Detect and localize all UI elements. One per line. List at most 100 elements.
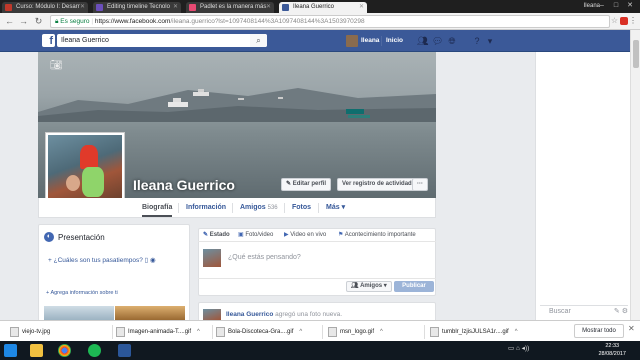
tab-life-event[interactable]: ⚑ Acontecimiento importante: [338, 228, 416, 242]
publish-button[interactable]: Publicar: [394, 281, 434, 292]
show-all-downloads-button[interactable]: Mostrar todo: [574, 324, 624, 338]
bookmark-star-icon[interactable]: ☆: [611, 16, 618, 25]
browser-tab[interactable]: Padlet es la manera más ✕: [186, 2, 274, 13]
post-author-link[interactable]: Ileana Guerrico: [226, 311, 273, 318]
close-tab-icon[interactable]: ✕: [266, 2, 271, 13]
file-icon: [216, 327, 225, 337]
avatar[interactable]: [203, 309, 221, 320]
help-icon[interactable]: ?: [472, 36, 482, 46]
extension-icon[interactable]: [620, 17, 628, 25]
facebook-top-bar: f ⌕ Ileana Inicio 👥︎ 💬︎ 🌐︎ ? ▾: [0, 30, 630, 52]
more-options-button[interactable]: ···: [412, 178, 428, 191]
reload-icon[interactable]: ↻: [33, 16, 44, 27]
file-icon: [430, 327, 439, 337]
chat-options-icon[interactable]: ✎ ⚙: [614, 307, 628, 315]
browser-menu-icon[interactable]: ⋮: [629, 16, 637, 26]
windows-start-icon[interactable]: [4, 344, 17, 357]
featured-photo[interactable]: [44, 306, 114, 320]
hobby-icons: ▯ ◉: [142, 257, 156, 264]
chevron-up-icon[interactable]: ^: [299, 329, 302, 335]
close-downloads-icon[interactable]: ✕: [628, 324, 635, 333]
word-icon[interactable]: [118, 344, 131, 357]
divider: [381, 36, 382, 46]
forward-icon[interactable]: →: [18, 16, 29, 27]
taskbar: ▭ ⌂ ◂)) 22:33 28/08/2017: [0, 341, 640, 360]
chevron-up-icon[interactable]: ^: [515, 329, 518, 335]
clock[interactable]: 22:33 28/08/2017: [598, 342, 626, 358]
search-icon[interactable]: ⌕: [250, 34, 267, 47]
close-tab-icon[interactable]: ✕: [173, 2, 178, 13]
avatar[interactable]: [346, 35, 358, 47]
browser-tab[interactable]: Curso: Módulo I: Desarr ✕: [2, 2, 88, 13]
right-rail: [535, 52, 630, 320]
edit-profile-button[interactable]: ✎ Editar perfil: [281, 178, 332, 191]
activity-log-button[interactable]: Ver registro de actividad: [337, 178, 417, 191]
profile-nav: Biografía Información Amigos 536 Fotos M…: [38, 198, 436, 218]
maximize-icon[interactable]: □: [610, 0, 622, 12]
pencil-icon: ✎: [286, 181, 293, 187]
close-window-icon[interactable]: ✕: [624, 0, 636, 12]
facebook-icon: [282, 4, 289, 11]
scrollbar-thumb[interactable]: [633, 40, 639, 68]
chrome-icon[interactable]: [58, 344, 71, 357]
composer-input[interactable]: ¿Qué estás pensando?: [228, 254, 301, 261]
tab-more[interactable]: Más ▾: [326, 198, 345, 217]
download-item[interactable]: msn_logo.gif ^: [328, 325, 418, 339]
tab-photo-video[interactable]: ▣ Foto/video: [238, 228, 273, 242]
browser-tab[interactable]: Editing timeline Tecnolo ✕: [93, 2, 181, 13]
pencil-icon: ✎: [203, 232, 210, 238]
tab-photos[interactable]: Fotos: [292, 198, 311, 217]
downloads-bar: viejo-tv.jpg Imagen-animada-T....gif ^ Bo…: [0, 320, 640, 341]
spotify-icon[interactable]: [88, 344, 101, 357]
audience-selector[interactable]: 👥︎ Amigos ▾: [346, 281, 392, 292]
file-icon: [328, 327, 337, 337]
notifications-icon[interactable]: 🌐︎: [447, 36, 457, 46]
address-bar: ← → ↻ 🔒︎ Es seguro | https://www.faceboo…: [0, 13, 640, 30]
file-icon: [10, 327, 19, 337]
close-tab-icon[interactable]: ✕: [359, 2, 364, 13]
flag-icon: ⚑: [338, 232, 345, 238]
header-user-name[interactable]: Ileana: [361, 35, 379, 47]
presentation-title: Presentación: [58, 233, 105, 242]
download-item[interactable]: viejo-tv.jpg: [10, 325, 110, 339]
featured-photo[interactable]: [115, 306, 185, 320]
chevron-down-icon: ▾: [382, 283, 387, 289]
chevron-down-icon[interactable]: ▾: [485, 36, 495, 46]
tab-live-video[interactable]: ▶ Video en vivo: [284, 228, 326, 242]
close-tab-icon[interactable]: ✕: [80, 2, 85, 13]
globe-icon: ◐: [44, 232, 54, 242]
minimize-icon[interactable]: –: [596, 0, 608, 12]
page-scrollbar[interactable]: [630, 30, 640, 320]
url-path: /ileana.guerrico?lst=1097408144%3A109740…: [170, 18, 365, 25]
download-item[interactable]: tumblr_lzjisJULSA1r....gif ^: [430, 325, 540, 339]
back-icon[interactable]: ←: [4, 16, 15, 27]
tab-friends[interactable]: Amigos 536: [240, 198, 278, 217]
home-link[interactable]: Inicio: [386, 35, 403, 47]
url-input[interactable]: 🔒︎ Es seguro | https://www.facebook.com/…: [50, 15, 610, 28]
tab-status[interactable]: ✎ Estado: [203, 228, 230, 242]
friends-count: 536: [267, 205, 278, 211]
hobbies-prompt-link[interactable]: + ¿Cuáles son tus pasatiempos? ▯ ◉: [48, 256, 156, 264]
download-item[interactable]: Imagen-animada-T....gif ^: [116, 325, 206, 339]
tab-biography[interactable]: Biografía: [142, 198, 173, 217]
friend-requests-icon[interactable]: 👥︎: [417, 36, 428, 46]
browser-tab-bar: Curso: Módulo I: Desarr ✕ Editing timeli…: [0, 0, 640, 13]
facebook-search-input[interactable]: [57, 34, 267, 47]
padlet-icon: [189, 4, 196, 11]
tray-icons[interactable]: ▭ ⌂ ◂)): [508, 344, 529, 352]
messages-icon[interactable]: 💬︎: [432, 36, 443, 46]
secure-label: Es seguro: [60, 18, 90, 25]
profile-name: Ileana Guerrico: [133, 177, 235, 193]
file-explorer-icon[interactable]: [30, 344, 43, 357]
camera-icon[interactable]: 📷︎: [50, 60, 63, 71]
add-info-link[interactable]: + Agrega información sobre ti: [46, 290, 118, 296]
download-item[interactable]: Bola-Discoteca-Gra....gif ^: [216, 325, 316, 339]
facebook-logo-icon[interactable]: f: [42, 34, 55, 47]
chevron-up-icon[interactable]: ^: [197, 329, 200, 335]
post-header: Ileana Guerrico agregó una foto nueva.: [226, 311, 343, 318]
moodle-icon: [5, 4, 12, 11]
tab-info[interactable]: Información: [186, 198, 226, 217]
chevron-up-icon[interactable]: ^: [380, 329, 383, 335]
browser-tab-active[interactable]: Ileana Guerrico ✕: [279, 2, 367, 13]
file-icon: [116, 327, 125, 337]
